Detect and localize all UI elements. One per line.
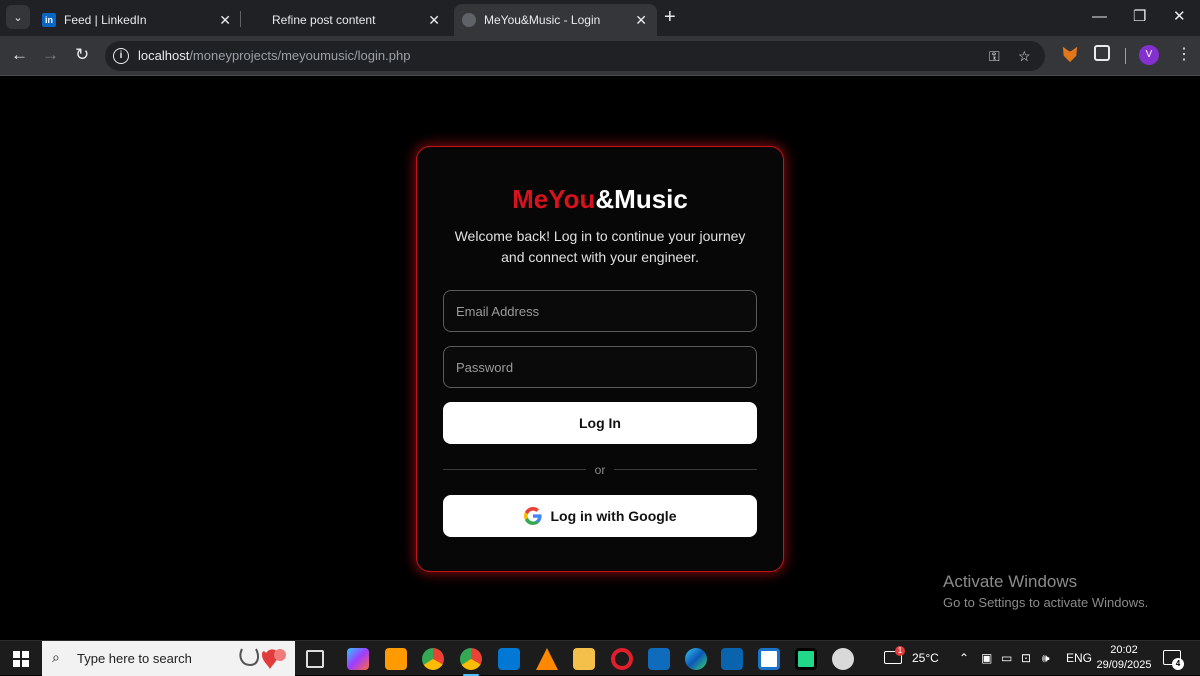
temperature-text[interactable]: 25°C [912,651,939,665]
login-card: MeYou&Music Welcome back! Log in to cont… [416,146,784,572]
volume-icon[interactable]: 🕪 [1042,651,1050,665]
weather-badge: 1 [895,646,905,656]
toolbar-separator [1125,48,1126,64]
bookmark-star-icon[interactable]: ☆ [1018,47,1031,65]
windows-start-icon[interactable] [13,651,29,667]
file-explorer-icon[interactable] [573,648,595,670]
tab-title: Feed | LinkedIn [64,13,147,27]
email-field[interactable] [443,290,757,332]
reload-icon[interactable]: ↻ [75,45,89,65]
address-bar[interactable]: i localhost/moneyprojects/meyoumusic/log… [105,41,1045,71]
welcome-subtitle: Welcome back! Log in to continue your jo… [454,228,746,265]
vscode-icon[interactable] [498,648,520,670]
new-tab-plus-icon[interactable]: + [664,6,676,28]
google-g-icon [523,507,542,525]
restore-icon[interactable]: ❐ [1133,6,1146,28]
google-login-button[interactable]: Log in with Google [443,495,757,537]
chrome-icon[interactable] [422,648,444,670]
tray-chevron-up-icon[interactable]: ⌃ [959,651,969,665]
google-button-label: Log in with Google [550,508,677,524]
opera-icon[interactable] [611,648,633,670]
outlook-icon[interactable] [721,648,743,670]
tab-refine-post[interactable]: Refine post content ✕ [242,4,450,36]
vlc-icon[interactable] [536,648,558,670]
task-view-icon[interactable] [306,650,324,668]
search-magnifier-icon: ⌕ [52,649,60,665]
page-viewport: MeYou&Music Welcome back! Log in to cont… [0,77,1200,640]
tab-linkedin[interactable]: in Feed | LinkedIn ✕ [36,4,241,36]
tab-title: MeYou&Music - Login [484,13,601,27]
notification-count-badge: 4 [1172,658,1184,670]
sublime-text-icon[interactable] [385,648,407,670]
meet-now-icon[interactable]: ▣ [981,651,992,665]
tab-separator [240,11,241,27]
paint-icon[interactable] [832,648,854,670]
windows-taskbar: ⌕ Type here to search 1 25°C ⌃ ▣ ▭ ⊡ 🕪 E… [0,640,1200,676]
minimize-icon[interactable]: — [1092,6,1107,28]
profile-avatar[interactable]: V [1139,45,1159,65]
password-field[interactable] [443,346,757,388]
tab-meyoumusic-login[interactable]: MeYou&Music - Login ✕ [454,4,657,36]
browser-toolbar: ← → ↻ i localhost/moneyprojects/meyoumus… [0,36,1200,76]
password-key-icon[interactable]: ⚿ [989,47,1000,65]
search-highlight-stethoscope-icon[interactable] [236,645,288,673]
tab-close-icon[interactable]: ✕ [219,12,231,28]
system-clock[interactable]: 20:02 29/09/2025 [1094,643,1154,673]
battery-icon[interactable]: ▭ [1001,651,1012,665]
pycharm-icon[interactable] [795,648,817,670]
site-info-icon[interactable]: i [113,48,129,64]
tab-close-icon[interactable]: ✕ [635,12,647,28]
metamask-fox-icon[interactable] [1062,46,1078,63]
tab-search-chevron-icon[interactable]: ⌄ [6,5,30,29]
window-close-icon[interactable]: ✕ [1173,6,1186,28]
or-divider: or [443,463,757,477]
tab-title: Refine post content [272,13,376,27]
login-button[interactable]: Log In [443,402,757,444]
network-icon[interactable]: ⊡ [1021,651,1031,665]
activate-windows-watermark: Activate Windows Go to Settings to activ… [943,572,1149,610]
microsoft-store-icon[interactable] [648,648,670,670]
browser-tab-strip: ⌄ in Feed | LinkedIn ✕ Refine post conte… [0,0,1200,36]
remote-desktop-icon[interactable] [758,648,780,670]
language-indicator[interactable]: ENG [1066,651,1092,665]
chrome-profile-icon[interactable] [460,648,482,676]
copilot-icon[interactable] [347,648,369,670]
tab-close-icon[interactable]: ✕ [428,12,440,28]
forward-arrow-icon[interactable]: → [42,45,59,65]
globe-icon [462,13,476,27]
url-text[interactable]: localhost/moneyprojects/meyoumusic/login… [138,48,410,63]
extensions-puzzle-icon[interactable] [1094,45,1110,61]
linkedin-icon: in [42,13,56,27]
menu-kebab-icon[interactable]: ⋮ [1176,45,1192,65]
back-arrow-icon[interactable]: ← [11,45,28,65]
app-logo: MeYou&Music [512,184,688,214]
edge-icon[interactable] [685,648,707,670]
